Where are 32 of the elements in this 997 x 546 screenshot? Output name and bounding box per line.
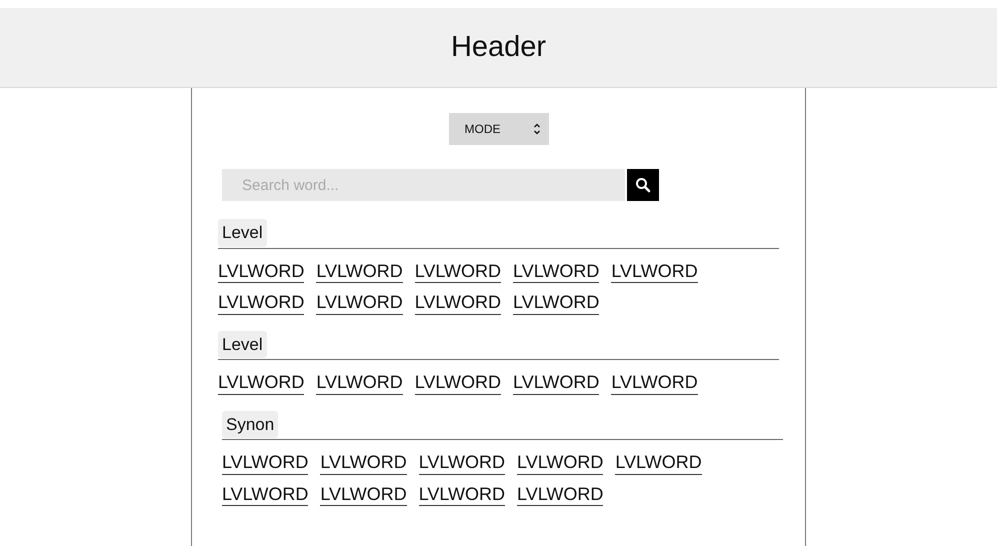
word-link[interactable]: LVLWORD [513, 260, 600, 284]
word-link[interactable]: LVLWORD [316, 292, 403, 315]
caret-icon [532, 122, 540, 136]
section-label: Level [218, 330, 267, 358]
search-field[interactable]: Search word... [222, 169, 625, 201]
word-link[interactable]: LVLWORD [320, 452, 407, 475]
word-link[interactable]: LVLWORD [218, 260, 304, 284]
word-link[interactable]: LVLWORD [414, 372, 502, 395]
word-link[interactable]: LVLWORD [611, 372, 698, 395]
word-link[interactable]: LVLWORD [222, 484, 308, 506]
word-link[interactable]: LVLWORD [418, 452, 506, 475]
word-link[interactable]: LVLWORD [222, 452, 308, 475]
search-icon [635, 177, 651, 193]
word-link[interactable]: LVLWORD [320, 484, 407, 506]
search-button[interactable] [627, 169, 659, 201]
word-link[interactable]: LVLWORD [414, 292, 502, 315]
word-link[interactable]: LVLWORD [517, 452, 604, 475]
section-label: Level [218, 219, 267, 246]
word-link[interactable]: LVLWORD [316, 260, 403, 284]
word-link[interactable]: LVLWORD [513, 292, 600, 315]
word-link[interactable]: LVLWORD [218, 372, 304, 395]
word-link[interactable]: LVLWORD [418, 484, 506, 506]
word-link[interactable]: LVLWORD [611, 260, 698, 284]
word-link[interactable]: LVLWORD [414, 260, 502, 284]
header-title: Header [450, 30, 546, 65]
word-link[interactable]: LVLWORD [615, 452, 702, 475]
mode-select[interactable]: MODE [448, 113, 548, 145]
word-link[interactable]: LVLWORD [517, 484, 604, 506]
section-label: Synon [222, 410, 278, 438]
word-link[interactable]: LVLWORD [513, 372, 600, 395]
word-link[interactable]: LVLWORD [316, 372, 403, 395]
word-link[interactable]: LVLWORD [218, 292, 304, 315]
